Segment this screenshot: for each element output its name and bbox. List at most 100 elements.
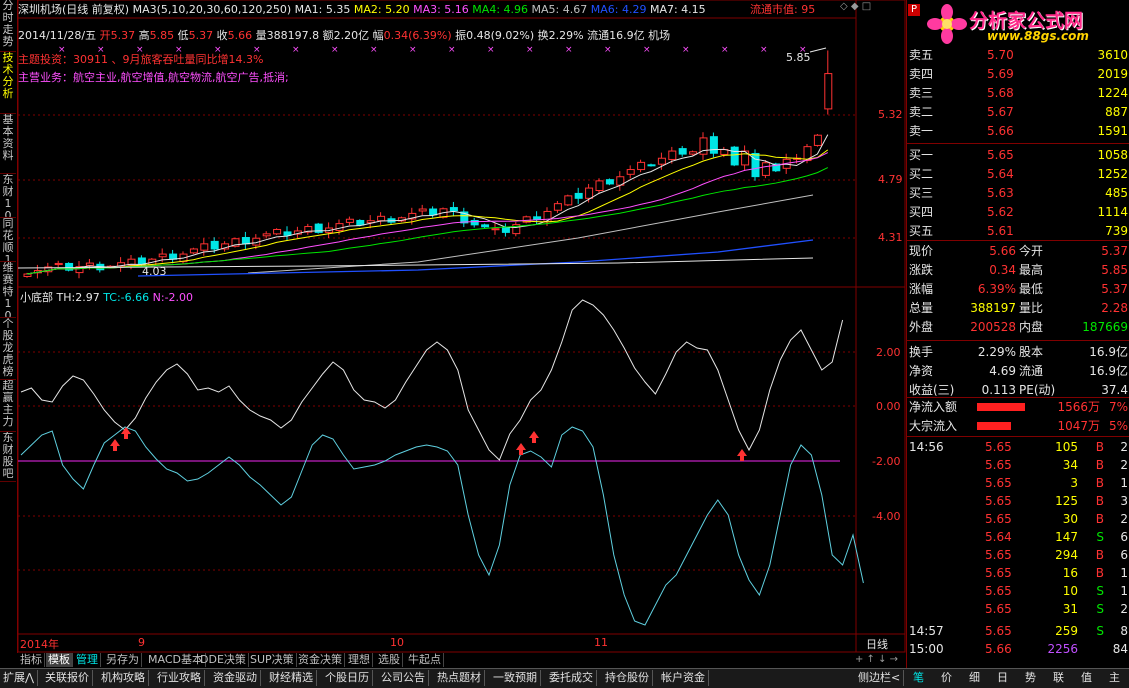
flow-label: 净流入额 [909,400,958,414]
stat-row: 净资 4.69 流通 16.9亿 [907,362,1129,380]
status-tab[interactable]: 侧边栏< [855,670,905,686]
stock-title[interactable]: 深圳机场(日线 前复权) [18,3,129,16]
bottom-tab[interactable]: 指标 [18,653,45,667]
bottom-tab[interactable]: DDE决策 [198,653,249,667]
ma-line [247,194,814,274]
panel-switch-tab[interactable]: 价 [938,670,955,686]
bottom-tab[interactable]: 另存为 [104,653,142,667]
candle-body [585,187,594,199]
signal-dot: × [331,45,339,55]
left-tab[interactable]: 技 术 分 析 [0,52,16,114]
panel-switch-tab[interactable]: 笔 [910,670,927,686]
status-tab[interactable]: 帐户资金 [658,670,709,686]
left-tab[interactable]: 基 本 资 料 [0,114,16,174]
panel-switch-tab[interactable]: 值 [1078,670,1095,686]
buy-level-row[interactable]: 买二 5.64 1252 [907,165,1129,183]
status-tab[interactable]: 关联报价 [42,670,93,686]
panel-switch-tab[interactable]: 势 [1022,670,1039,686]
buy-level-row[interactable]: 买五 5.61 739 [907,222,1129,240]
status-tab[interactable]: 热点题材 [434,670,485,686]
left-tab[interactable]: 超 赢 主 力 [0,380,16,432]
bottom-tab[interactable]: 牛起点 [406,653,444,667]
indicator-axis-label: -4.00 [872,510,901,523]
business-note: 主营业务：航空主业,航空增值,航空物流,航空广告,抵消; [18,71,289,84]
level-label: 卖二 [909,105,934,119]
bottom-tab[interactable]: 模板 [46,653,73,667]
panel-switch-tab[interactable]: 联 [1050,670,1067,686]
status-tab[interactable]: 委托成交 [546,670,597,686]
quote-line: 2014/11/28/五 开5.37 高5.85 低5.37 收5.66 量38… [18,27,670,43]
close-label: 收 [216,29,228,42]
chart-controls[interactable]: ◇ ◆ □ [840,1,871,12]
bottom-tab[interactable]: SUP决策 [248,653,297,667]
bottom-tab[interactable]: 理想 [346,653,373,667]
tick-row: 5.65 30 B 2 [907,510,1129,528]
ma-value: MA1: 5.35 [294,3,351,16]
status-tab[interactable]: 扩展⋀ [0,670,39,686]
level-price: 5.66 [987,124,1014,138]
sell-level-row[interactable]: 卖一 5.66 1591 [907,122,1129,140]
left-tab[interactable]: 东 财 股 吧 [0,432,16,482]
period-label[interactable]: 日线 [866,636,888,652]
signal-dot: × [760,45,768,55]
sell-level-row[interactable]: 卖二 5.67 887 [907,103,1129,121]
panel-switch-tab[interactable]: 主 [1106,670,1123,686]
buy-level-row[interactable]: 买一 5.65 1058 [907,146,1129,164]
candle-body [54,262,63,266]
status-tab[interactable]: 财经精选 [266,670,317,686]
candle-body [418,208,427,212]
stat-value: 4.69 [989,364,1016,378]
panel-switch-tab[interactable]: 日 [994,670,1011,686]
candle-body [210,240,219,250]
tick-count: 2 [1120,602,1128,616]
p-badge[interactable]: P [908,4,920,16]
status-tab[interactable]: 一致预期 [490,670,541,686]
status-tab[interactable]: 资金驱动 [210,670,261,686]
status-tab[interactable]: 个股日历 [322,670,373,686]
buy-level-row[interactable]: 买四 5.62 1114 [907,203,1129,221]
tick-row: 5.65 3 B 1 [907,474,1129,492]
status-tab[interactable]: 公司公告 [378,670,429,686]
tick-row: 14:57 5.65 259 S 8 [907,622,1129,640]
zoom-controls[interactable]: + ↑ ↓ → [855,654,898,665]
candle-body [564,195,573,206]
left-tab[interactable]: 同 花 顺 1 0 [0,218,16,262]
bottom-tab[interactable]: MACD基本 [146,653,206,667]
float-shares: 16.9亿 [609,29,645,42]
tick-side: S [1096,602,1104,616]
left-tab[interactable]: 个 股 龙 虎 榜 [0,318,16,380]
status-tab[interactable]: 机构攻略 [98,670,149,686]
level-volume: 1252 [1097,167,1128,181]
stat-label: 涨幅 [909,282,934,296]
kline-chart[interactable]: × × × × × × × × × × × × × × × × × × × × [18,0,906,653]
candle-body [283,231,292,236]
candle-body [273,228,282,235]
level-label: 买三 [909,186,934,200]
candle-body [813,134,822,146]
panel-switch-tab[interactable]: 细 [966,670,983,686]
sell-level-row[interactable]: 卖五 5.70 3610 [907,46,1129,64]
sell-level-row[interactable]: 卖三 5.68 1224 [907,84,1129,102]
tick-price: 5.65 [985,624,1012,638]
bottom-tab[interactable]: 选股 [376,653,403,667]
level-label: 卖五 [909,48,934,62]
price-axis-label: 4.79 [878,173,903,186]
sell-level-row[interactable]: 卖四 5.69 2019 [907,65,1129,83]
left-tab[interactable]: 东 财 1 0 [0,174,16,218]
tick-row: 5.65 294 B 6 [907,546,1129,564]
tick-volume: 2256 [1047,642,1078,656]
left-tab[interactable]: 分 时 走 势 [0,0,16,52]
status-tab[interactable]: 持仓股份 [602,670,653,686]
indicator-name[interactable]: 小底部 [20,291,53,304]
buy-level-row[interactable]: 买三 5.63 485 [907,184,1129,202]
left-tab[interactable]: 维 赛 特 1 0 [0,262,16,318]
status-tab[interactable]: 行业攻略 [154,670,205,686]
chart-area[interactable]: × × × × × × × × × × × × × × × × × × × × 深圳机场(日线 前复权) MA3(5,… [18,0,906,653]
bottom-tab[interactable]: 管理 [74,653,101,667]
candle-body [626,169,635,175]
candle-body [345,218,354,223]
stat-value: 16.9亿 [1089,345,1128,359]
indicator-lines [20,299,864,626]
bottom-tab[interactable]: 资金决策 [296,653,345,667]
chart-header: 深圳机场(日线 前复权) MA3(5,10,20,30,60,120,250) … [18,1,706,17]
